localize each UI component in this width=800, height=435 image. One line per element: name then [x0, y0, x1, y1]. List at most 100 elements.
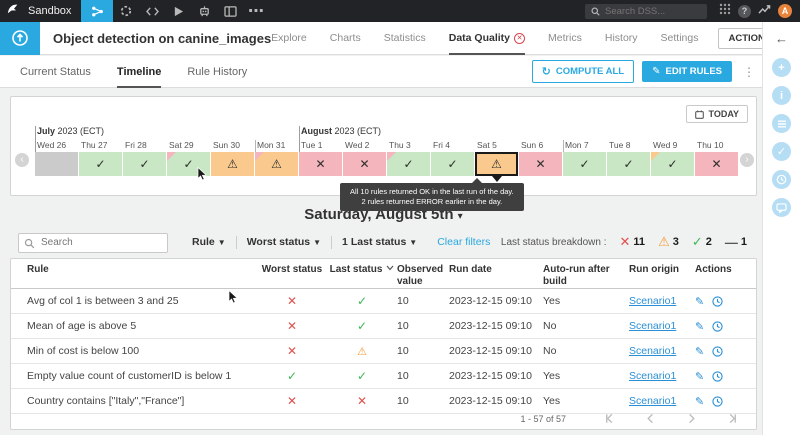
last-page-icon[interactable]: [727, 413, 738, 424]
timeline-card: TODAY ‹ › July 2023 (ECT) Wed 26 Thu 27 ✓ Fr…: [10, 96, 757, 196]
subtab-current-status[interactable]: Current Status: [20, 56, 91, 88]
first-page-icon[interactable]: [604, 413, 615, 424]
tab-label: Explore: [271, 32, 307, 44]
rule-history-button[interactable]: [712, 395, 723, 407]
timeline-day-fri-4: Fri 4 ✓: [431, 140, 475, 176]
edit-rules-button[interactable]: ✎ EDIT RULES: [642, 61, 732, 82]
day-cell-thu-10-error[interactable]: ✕: [695, 152, 738, 176]
edit-rule-pencil-icon[interactable]: ✎: [695, 295, 704, 308]
catalog-icon[interactable]: [113, 0, 139, 22]
scenario-link[interactable]: Scenario1: [629, 395, 676, 407]
edit-rule-pencil-icon[interactable]: ✎: [695, 345, 704, 358]
edit-rule-pencil-icon[interactable]: ✎: [695, 395, 704, 408]
day-cell-tue-1-error[interactable]: ✕: [299, 152, 342, 176]
subtab-timeline[interactable]: Timeline: [117, 56, 161, 88]
tab-history[interactable]: History: [605, 22, 638, 55]
edit-rule-pencil-icon[interactable]: ✎: [695, 320, 704, 333]
timeline-day-mon-7: Mon 7 ✓: [563, 140, 607, 176]
rule-history-button[interactable]: [712, 295, 723, 307]
ok-status-icon: ✓: [579, 157, 590, 171]
filter-rule[interactable]: Rule ▼: [182, 236, 236, 248]
day-cell-tue-8-ok[interactable]: ✓: [607, 152, 650, 176]
column-header-auto-run-after-build[interactable]: Auto-run after build: [543, 264, 629, 288]
day-cell-fri-28-ok[interactable]: ✓: [123, 152, 166, 176]
column-header-worst-status[interactable]: Worst status: [257, 264, 327, 276]
dataiku-logo-icon[interactable]: [0, 2, 26, 20]
day-cell-fri-4-ok[interactable]: ✓: [431, 152, 474, 176]
dashboards-icon[interactable]: [217, 0, 243, 22]
day-cell-mon-31-warning[interactable]: ⚠: [255, 152, 298, 176]
day-label: Sun 30: [213, 140, 240, 150]
lab-robot-icon[interactable]: [191, 0, 217, 22]
column-header-rule[interactable]: Rule: [27, 264, 257, 276]
rule-history-button[interactable]: [712, 370, 723, 382]
user-avatar[interactable]: A: [778, 4, 792, 18]
tab-explore[interactable]: Explore: [271, 22, 307, 55]
dataset-type-icon[interactable]: [0, 21, 40, 55]
global-search-input[interactable]: [605, 5, 695, 17]
project-name[interactable]: Sandbox: [28, 5, 71, 17]
column-header-run-origin[interactable]: Run origin: [629, 264, 695, 276]
subtab-rule-history[interactable]: Rule History: [187, 56, 247, 88]
help-icon[interactable]: ?: [738, 4, 751, 18]
tab-settings[interactable]: Settings: [661, 22, 699, 55]
tab-label: Data Quality: [448, 32, 511, 44]
more-apps-icon[interactable]: ⋯: [243, 0, 269, 22]
month-label: July 2023 (ECT): [37, 126, 105, 136]
tab-label: History: [604, 32, 638, 44]
column-header-last-status[interactable]: Last status: [327, 264, 397, 276]
timeline-next-icon[interactable]: ›: [740, 153, 754, 167]
jobs-play-icon[interactable]: [165, 0, 191, 22]
tab-metrics[interactable]: Metrics: [548, 22, 582, 55]
prev-page-icon[interactable]: [645, 413, 656, 424]
day-cell-sun-6-error[interactable]: ✕: [519, 152, 562, 176]
add-icon[interactable]: +: [772, 58, 791, 77]
timeline-prev-icon[interactable]: ‹: [15, 153, 29, 167]
more-options-icon[interactable]: ⋮: [740, 65, 758, 79]
timeline-day-tue-8: Tue 8 ✓: [607, 140, 651, 176]
day-cell-mon-7-ok[interactable]: ✓: [563, 152, 606, 176]
day-label: Tue 1: [301, 140, 323, 150]
code-recipes-icon[interactable]: [139, 0, 165, 22]
waffle-apps-icon[interactable]: [719, 2, 731, 20]
discussions-icon[interactable]: [772, 198, 791, 217]
rule-history-button[interactable]: [712, 345, 723, 357]
today-button[interactable]: TODAY: [686, 105, 748, 123]
scenario-link[interactable]: Scenario1: [629, 345, 676, 357]
tab-charts[interactable]: Charts: [330, 22, 361, 55]
worst-status-cell: ✕: [257, 319, 327, 333]
tab-data-quality[interactable]: Data Quality ✕: [448, 22, 526, 55]
next-page-icon[interactable]: [686, 413, 697, 424]
scenario-link[interactable]: Scenario1: [629, 295, 676, 307]
filter-last-status[interactable]: 1 Last status ▼: [332, 236, 427, 248]
column-header-observed-value[interactable]: Observed value: [397, 264, 449, 288]
edit-rule-pencil-icon[interactable]: ✎: [695, 370, 704, 383]
day-cell-thu-27-ok[interactable]: ✓: [79, 152, 122, 176]
day-cell-wed-2-error[interactable]: ✕: [343, 152, 386, 176]
clear-filters-link[interactable]: Clear filters: [437, 236, 490, 248]
scenario-link[interactable]: Scenario1: [629, 370, 676, 382]
trend-activity-icon[interactable]: [758, 2, 771, 20]
column-header-run-date[interactable]: Run date: [449, 264, 543, 276]
tab-statistics[interactable]: Statistics: [384, 22, 426, 55]
day-cell-wed-26-empty[interactable]: [35, 152, 78, 176]
rule-history-button[interactable]: [712, 320, 723, 332]
day-cell-wed-9-ok[interactable]: ✓: [651, 152, 694, 176]
info-icon[interactable]: i: [772, 86, 791, 105]
rules-search-input[interactable]: [18, 232, 168, 253]
breakdown-error: ✕ 11: [619, 234, 646, 249]
compute-all-button[interactable]: ↻ COMPUTE ALL: [531, 60, 635, 83]
flow-icon[interactable]: [81, 0, 114, 22]
collapse-panel-arrow-icon[interactable]: ←: [775, 31, 788, 46]
day-cell-sat-5-warning[interactable]: ⚠: [475, 152, 518, 176]
day-cell-thu-3-ok[interactable]: ✓: [387, 152, 430, 176]
filter-worst-status[interactable]: Worst status ▼: [237, 236, 331, 248]
details-icon[interactable]: [772, 114, 791, 133]
scenario-link[interactable]: Scenario1: [629, 320, 676, 332]
day-label: Wed 2: [345, 140, 370, 150]
global-search[interactable]: [585, 3, 707, 19]
activity-icon[interactable]: [772, 170, 791, 189]
checklist-icon[interactable]: ✓: [772, 142, 791, 161]
day-cell-sun-30-warning[interactable]: ⚠: [211, 152, 254, 176]
run-origin-cell: Scenario1: [629, 320, 695, 332]
